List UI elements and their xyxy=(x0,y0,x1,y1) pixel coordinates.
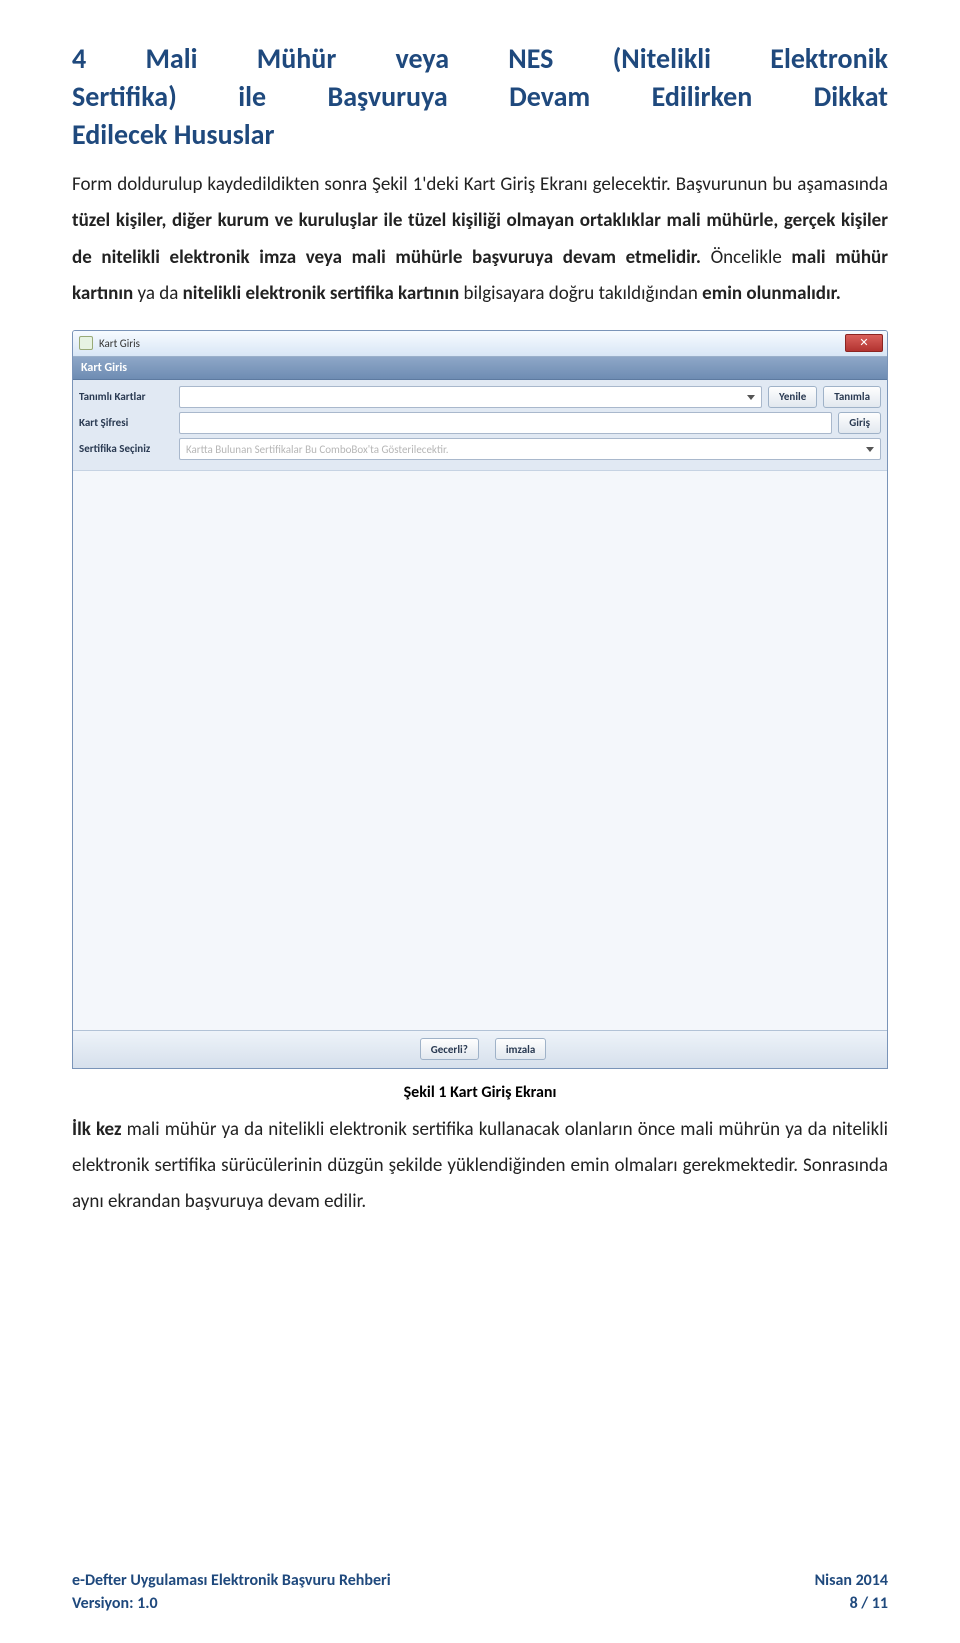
window-titlebar: Kart Giris ✕ xyxy=(73,331,887,357)
screenshot-window: Kart Giris ✕ Kart Giris Tanımlı Kartlar … xyxy=(72,330,888,1069)
para2-lead-bold: İlk kez xyxy=(72,1118,122,1141)
sertifika-placeholder: Kartta Bulunan Sertifikalar Bu ComboBox'… xyxy=(180,439,880,460)
imzala-button[interactable]: imzala xyxy=(495,1038,546,1060)
gecerli-button[interactable]: Gecerli? xyxy=(420,1038,479,1060)
label-sertifika-seciniz: Sertifika Seçiniz xyxy=(79,442,179,455)
para1-bold-3: nitelikli elektronik sertifika kartının xyxy=(183,282,460,305)
label-tanimli-kartlar: Tanımlı Kartlar xyxy=(79,390,179,403)
heading-line-1: 4MaliMühürveyaNES(NitelikliElektronik xyxy=(72,40,888,78)
bottom-bar: Gecerli? imzala xyxy=(73,1030,887,1068)
para1-tail-1: Öncelikle xyxy=(711,246,792,269)
page-footer: e-Defter Uygulaması Elektronik Başvuru R… xyxy=(72,1570,888,1615)
footer-right: Nisan 2014 8 / 11 xyxy=(815,1570,888,1615)
paragraph-1: Form doldurulup kaydedildikten sonra Şek… xyxy=(72,167,888,311)
close-button[interactable]: ✕ xyxy=(845,334,883,352)
yenile-button[interactable]: Yenile xyxy=(768,386,817,408)
footer-page-number: 8 / 11 xyxy=(815,1593,888,1615)
row-sertifika-seciniz: Sertifika Seçiniz Kartta Bulunan Sertifi… xyxy=(79,438,881,460)
row-tanimli-kartlar: Tanımlı Kartlar Yenile Tanımla xyxy=(79,386,881,408)
label-kart-sifresi: Kart Şifresi xyxy=(79,416,179,429)
figure-caption: Şekil 1 Kart Giriş Ekranı xyxy=(72,1083,888,1102)
section-heading: 4MaliMühürveyaNES(NitelikliElektronik Se… xyxy=(72,40,888,153)
para1-tail-3: bilgisayara doğru takıldığından xyxy=(464,282,703,305)
para1-text: Form doldurulup kaydedildikten sonra Şek… xyxy=(72,173,888,196)
heading-line-2: Sertifika)ileBaşvuruyaDevamEdilirkenDikk… xyxy=(72,78,888,116)
form-area: Tanımlı Kartlar Yenile Tanımla Kart Şifr… xyxy=(73,380,887,470)
para1-bold-4: emin olunmalıdır. xyxy=(702,282,841,305)
footer-doc-title: e-Defter Uygulaması Elektronik Başvuru R… xyxy=(72,1570,391,1592)
result-pane xyxy=(73,470,887,1030)
app-icon xyxy=(79,336,93,350)
para2-body: mali mühür ya da nitelikli elektronik se… xyxy=(72,1118,888,1213)
document-page: 4MaliMühürveyaNES(NitelikliElektronik Se… xyxy=(0,0,960,1643)
dropdown-tanimli-kartlar[interactable] xyxy=(179,386,762,408)
giris-button[interactable]: Giriş xyxy=(838,412,881,434)
heading-line-3: Edilecek Hususlar xyxy=(72,116,888,154)
input-kart-sifresi[interactable] xyxy=(179,412,832,434)
panel-header: Kart Giris xyxy=(73,357,887,380)
tanimla-button[interactable]: Tanımla xyxy=(823,386,881,408)
footer-date: Nisan 2014 xyxy=(815,1570,888,1592)
footer-version: Versiyon: 1.0 xyxy=(72,1593,391,1615)
para1-tail-2: ya da xyxy=(138,282,183,305)
footer-left: e-Defter Uygulaması Elektronik Başvuru R… xyxy=(72,1570,391,1615)
paragraph-2: İlk kez mali mühür ya da nitelikli elekt… xyxy=(72,1112,888,1220)
window-title: Kart Giris xyxy=(99,337,140,350)
row-kart-sifresi: Kart Şifresi Giriş xyxy=(79,412,881,434)
dropdown-sertifika-seciniz[interactable]: Kartta Bulunan Sertifikalar Bu ComboBox'… xyxy=(179,438,881,460)
